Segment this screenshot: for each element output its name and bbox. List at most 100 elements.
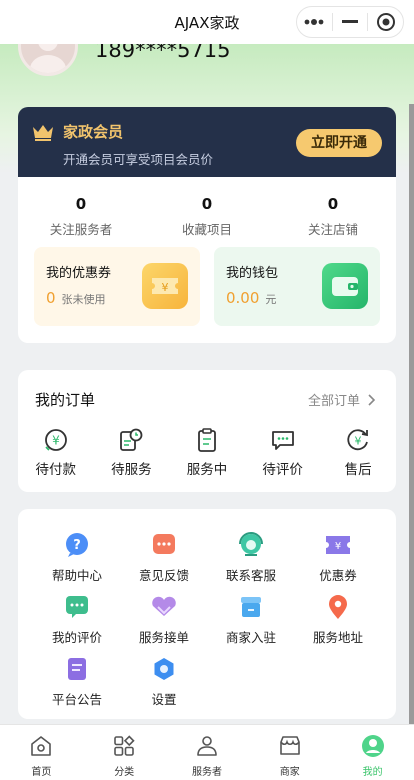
wallet-box[interactable]: 我的钱包 0.00 元: [214, 247, 380, 326]
stat-value: 0: [75, 195, 87, 213]
service-contact-support[interactable]: 联系客服: [208, 531, 294, 584]
coupon-value-line: 0 张未使用: [46, 289, 106, 307]
service-my-reviews[interactable]: 我的评价: [34, 593, 120, 646]
stats-row: 0 关注服务者 0 收藏项目 0 关注店铺: [18, 177, 396, 238]
merchant-join-icon: [241, 597, 261, 617]
service-label: 意见反馈: [138, 568, 189, 583]
service-announcements[interactable]: 平台公告: [34, 655, 120, 708]
account-summary-card: 0 关注服务者 0 收藏项目 0 关注店铺 我的优惠券 0 张未使用 ¥ 我的钱包…: [18, 177, 396, 343]
service-label: 联系客服: [225, 568, 276, 583]
customer-service-icon: [239, 532, 263, 556]
services-card: ? 帮助中心 意见反馈 联系客服 ¥ 优惠券 我的评价 服务接单 商家入驻 服务…: [18, 509, 396, 719]
feedback-icon: [153, 534, 175, 554]
service-label: 服务地址: [312, 630, 363, 645]
vip-subtitle: 开通会员可享受项目会员价: [63, 152, 214, 167]
after-sales-icon: ¥: [347, 429, 369, 451]
shop-icon: [279, 736, 300, 755]
service-help-center[interactable]: ? 帮助中心: [34, 531, 120, 584]
tab-home[interactable]: 首页: [0, 725, 83, 780]
order-service-pending[interactable]: 待服务: [94, 426, 170, 478]
coupon-unit: 张未使用: [61, 293, 106, 306]
all-orders-link[interactable]: 全部订单: [308, 390, 378, 409]
wallet-title: 我的钱包: [226, 266, 279, 281]
order-after-sales[interactable]: ¥ 售后: [320, 426, 396, 478]
service-order-icon: [152, 596, 176, 616]
service-settings[interactable]: 设置: [121, 655, 207, 708]
service-label: 设置: [151, 692, 177, 707]
stat-favorite-items[interactable]: 0 收藏项目: [144, 195, 270, 238]
orders-title: 我的订单: [35, 391, 96, 409]
stat-label: 关注店铺: [307, 222, 358, 237]
crown-icon: [33, 125, 53, 141]
svg-text:?: ?: [73, 538, 81, 553]
provider-icon: [197, 736, 217, 756]
settings-icon: [154, 658, 174, 680]
ticket-icon: ¥: [142, 263, 188, 309]
service-label: 帮助中心: [51, 568, 102, 583]
home-icon: [31, 736, 52, 756]
stat-value: 0: [327, 195, 339, 213]
svg-text:¥: ¥: [355, 435, 362, 448]
more-menu-button[interactable]: [297, 7, 332, 37]
stat-label: 关注服务者: [49, 222, 113, 237]
mini-program-capsule: [296, 6, 404, 38]
minimize-button[interactable]: [333, 7, 368, 37]
wallet-icon: [322, 263, 368, 309]
my-review-icon: [66, 596, 88, 618]
coupon-box[interactable]: 我的优惠券 0 张未使用 ¥: [34, 247, 200, 326]
scrollbar[interactable]: [409, 104, 414, 724]
wallet-value-line: 0.00 元: [226, 289, 276, 307]
stat-label: 收藏项目: [181, 222, 232, 237]
tab-label: 首页: [31, 767, 52, 778]
title-bar: AJAX家政: [0, 0, 414, 44]
service-label: 商家入驻: [225, 630, 276, 645]
service-label: 平台公告: [51, 692, 102, 707]
order-status-label: 待付款: [35, 462, 77, 478]
tab-providers[interactable]: 服务者: [166, 725, 249, 780]
tab-category[interactable]: 分类: [83, 725, 166, 780]
tab-profile[interactable]: 我的: [331, 725, 414, 780]
svg-text:¥: ¥: [335, 541, 341, 552]
stat-followed-shops[interactable]: 0 关注店铺: [270, 195, 396, 238]
service-address[interactable]: 服务地址: [295, 593, 381, 646]
vip-title: 家政会员: [63, 123, 124, 141]
tab-label: 商家: [279, 767, 300, 778]
tab-label: 服务者: [191, 767, 222, 778]
tab-label: 我的: [362, 767, 383, 778]
profile-icon: [361, 735, 384, 757]
service-label: 服务接单: [138, 630, 189, 645]
order-payment-pending[interactable]: ¥ 待付款: [18, 426, 94, 478]
svg-text:¥: ¥: [52, 434, 60, 448]
service-label: 我的评价: [51, 630, 102, 645]
chevron-right-icon: [368, 393, 376, 406]
stat-followed-providers[interactable]: 0 关注服务者: [18, 195, 144, 238]
wallet-balance: 0.00: [226, 289, 260, 307]
service-order-taking[interactable]: 服务接单: [121, 593, 207, 646]
order-review-pending[interactable]: 待评价: [245, 426, 321, 478]
category-icon: [114, 735, 135, 756]
service-label: 优惠券: [319, 568, 357, 583]
service-coupons[interactable]: ¥ 优惠券: [295, 531, 381, 584]
vip-banner[interactable]: 家政会员 开通会员可享受项目会员价 立即开通: [18, 107, 396, 177]
more-dots-icon: [304, 19, 324, 25]
tab-label: 分类: [114, 767, 135, 778]
tab-shop[interactable]: 商家: [248, 725, 331, 780]
order-status-label: 售后: [344, 462, 372, 478]
announcement-icon: [68, 658, 86, 680]
service-feedback[interactable]: 意见反馈: [121, 531, 207, 584]
service-pending-icon: [120, 428, 143, 451]
avatar[interactable]: [18, 44, 78, 76]
order-in-service[interactable]: 服务中: [169, 426, 245, 478]
service-merchant-join[interactable]: 商家入驻: [208, 593, 294, 646]
order-status-row: ¥ 待付款 待服务 服务中 待评价 ¥ 售后: [18, 426, 396, 478]
svg-text:¥: ¥: [162, 281, 169, 294]
minus-icon: [342, 20, 358, 23]
coupon-title: 我的优惠券: [46, 266, 112, 281]
close-program-button[interactable]: [368, 7, 403, 37]
location-icon: [329, 595, 347, 619]
target-close-icon: [376, 13, 395, 31]
orders-card: 我的订单 全部订单 ¥ 待付款 待服务 服务中 待评价 ¥ 售后: [18, 370, 396, 492]
wallet-unit: 元: [265, 293, 277, 306]
coupon-icon: ¥: [326, 536, 350, 554]
activate-vip-button[interactable]: 立即开通: [296, 129, 382, 157]
